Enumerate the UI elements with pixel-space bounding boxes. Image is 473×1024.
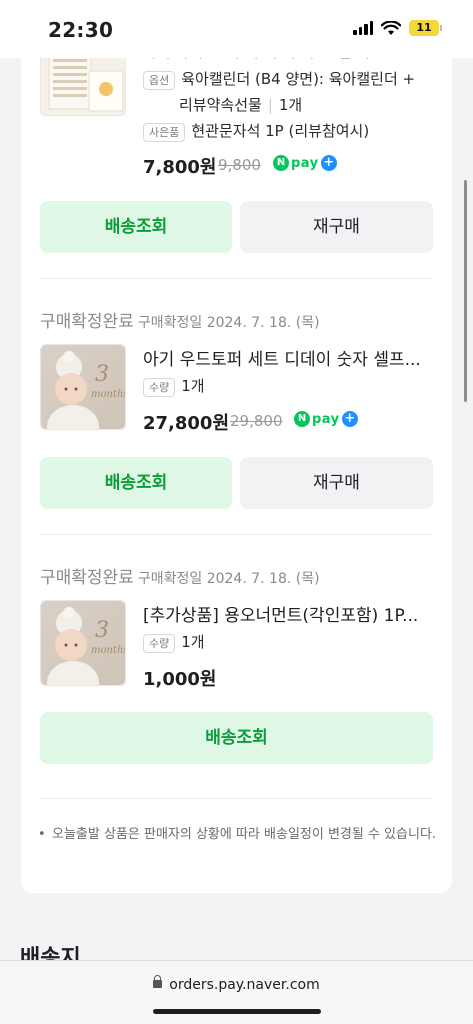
item2-original-price: 29,800 <box>230 412 283 430</box>
item3-price: 1,000원 <box>143 669 217 690</box>
status-icons: 11 <box>353 20 442 36</box>
npay-plus-icon: + <box>341 411 358 427</box>
product-thumbnail-baby[interactable]: 3 months <box>40 344 126 430</box>
item1-gift-text: 현관문자석 1P (리뷰참여시) <box>191 122 370 140</box>
lock-icon <box>153 975 163 988</box>
svg-text:3: 3 <box>95 362 109 387</box>
gift-tag: 사은품 <box>143 123 186 142</box>
option-tag: 옵션 <box>143 71 176 90</box>
item2-quantity: 1개 <box>181 377 205 395</box>
track-delivery-button[interactable]: 배송조회 <box>40 457 232 509</box>
item1-option-line2: 리뷰약속선물 | 1개 <box>179 96 303 114</box>
svg-text:3: 3 <box>95 618 109 643</box>
reorder-button[interactable]: 재구매 <box>240 201 433 253</box>
purchase-confirmed-label: 구매확정완료 <box>40 312 134 332</box>
item1-quantity: 1개 <box>278 96 303 114</box>
track-delivery-button[interactable]: 배송조회 <box>40 201 232 253</box>
item2-price: 27,800원 <box>143 413 230 434</box>
url-text: orders.pay.naver.com <box>169 977 320 993</box>
npay-label: pay <box>291 155 319 171</box>
item2-status: 구매확정완료 구매확정일 2024. 7. 18. (목) <box>40 307 320 332</box>
item3-title[interactable]: [추가상품] 용오너먼트(각인포함) 1P... <box>143 601 433 626</box>
npay-plus-icon: + <box>320 155 337 171</box>
wifi-icon <box>381 20 401 35</box>
purchase-confirmed-date: 구매확정일 2024. 7. 18. (목) <box>137 315 320 331</box>
browser-url-bar[interactable]: orders.pay.naver.com <box>0 960 473 1024</box>
item1-price: 7,800원 <box>143 157 217 178</box>
battery-icon: 11 <box>409 20 442 36</box>
item1-option-text2: 리뷰약속선물 <box>179 96 262 114</box>
scrollbar[interactable] <box>464 180 467 402</box>
item3-status: 구매확정완료 구매확정일 2024. 7. 18. (목) <box>40 563 320 588</box>
product-thumbnail-baby[interactable]: 3 months <box>40 600 126 686</box>
item3-quantity-line: 수량 1개 <box>143 631 205 653</box>
reorder-button[interactable]: 재구매 <box>240 457 433 509</box>
url-display[interactable]: orders.pay.naver.com <box>0 975 473 993</box>
delivery-notice: 오늘출발 상품은 판매자의 상황에 따라 배송일정이 변경될 수 있습니다. <box>38 824 438 846</box>
item1-option-text: 육아캘린더 (B4 양면): 육아캘린더 + <box>181 70 416 88</box>
npay-plus-badge: Npay + <box>273 155 337 171</box>
item2-quantity-line: 수량 1개 <box>143 375 205 397</box>
npay-label: pay <box>312 411 340 427</box>
item1-option-line1: 옵션 육아캘린더 (B4 양면): 육아캘린더 + <box>143 68 415 90</box>
npay-plus-badge: Npay + <box>294 411 358 427</box>
purchase-confirmed-date: 구매확정일 2024. 7. 18. (목) <box>137 571 320 587</box>
svg-text:months: months <box>91 645 126 656</box>
divider <box>40 798 433 799</box>
status-time: 22:30 <box>48 18 114 42</box>
quantity-tag: 수량 <box>143 378 176 397</box>
item3-quantity: 1개 <box>181 633 205 651</box>
status-bar: 22:30 11 <box>0 0 473 58</box>
divider <box>40 278 433 279</box>
order-card: 라이 라니 그 의 이 버 기 니 느 긴 니 ... 옵션육아캘린더 (B4 … <box>21 20 452 893</box>
quantity-tag: 수량 <box>143 634 176 653</box>
npay-n-icon: N <box>273 155 289 171</box>
svg-text:months: months <box>91 389 126 400</box>
divider <box>40 534 433 535</box>
cellular-signal-icon <box>353 21 373 35</box>
item1-gift-line: 사은품 현관문자석 1P (리뷰참여시) <box>143 120 369 142</box>
item2-title[interactable]: 아기 우드토퍼 세트 디데이 숫자 셀프... <box>143 345 433 370</box>
item1-original-price: 9,800 <box>218 156 261 174</box>
track-delivery-button[interactable]: 배송조회 <box>40 712 433 764</box>
home-indicator[interactable] <box>153 1009 321 1014</box>
purchase-confirmed-label: 구매확정완료 <box>40 568 134 588</box>
npay-n-icon: N <box>294 411 310 427</box>
